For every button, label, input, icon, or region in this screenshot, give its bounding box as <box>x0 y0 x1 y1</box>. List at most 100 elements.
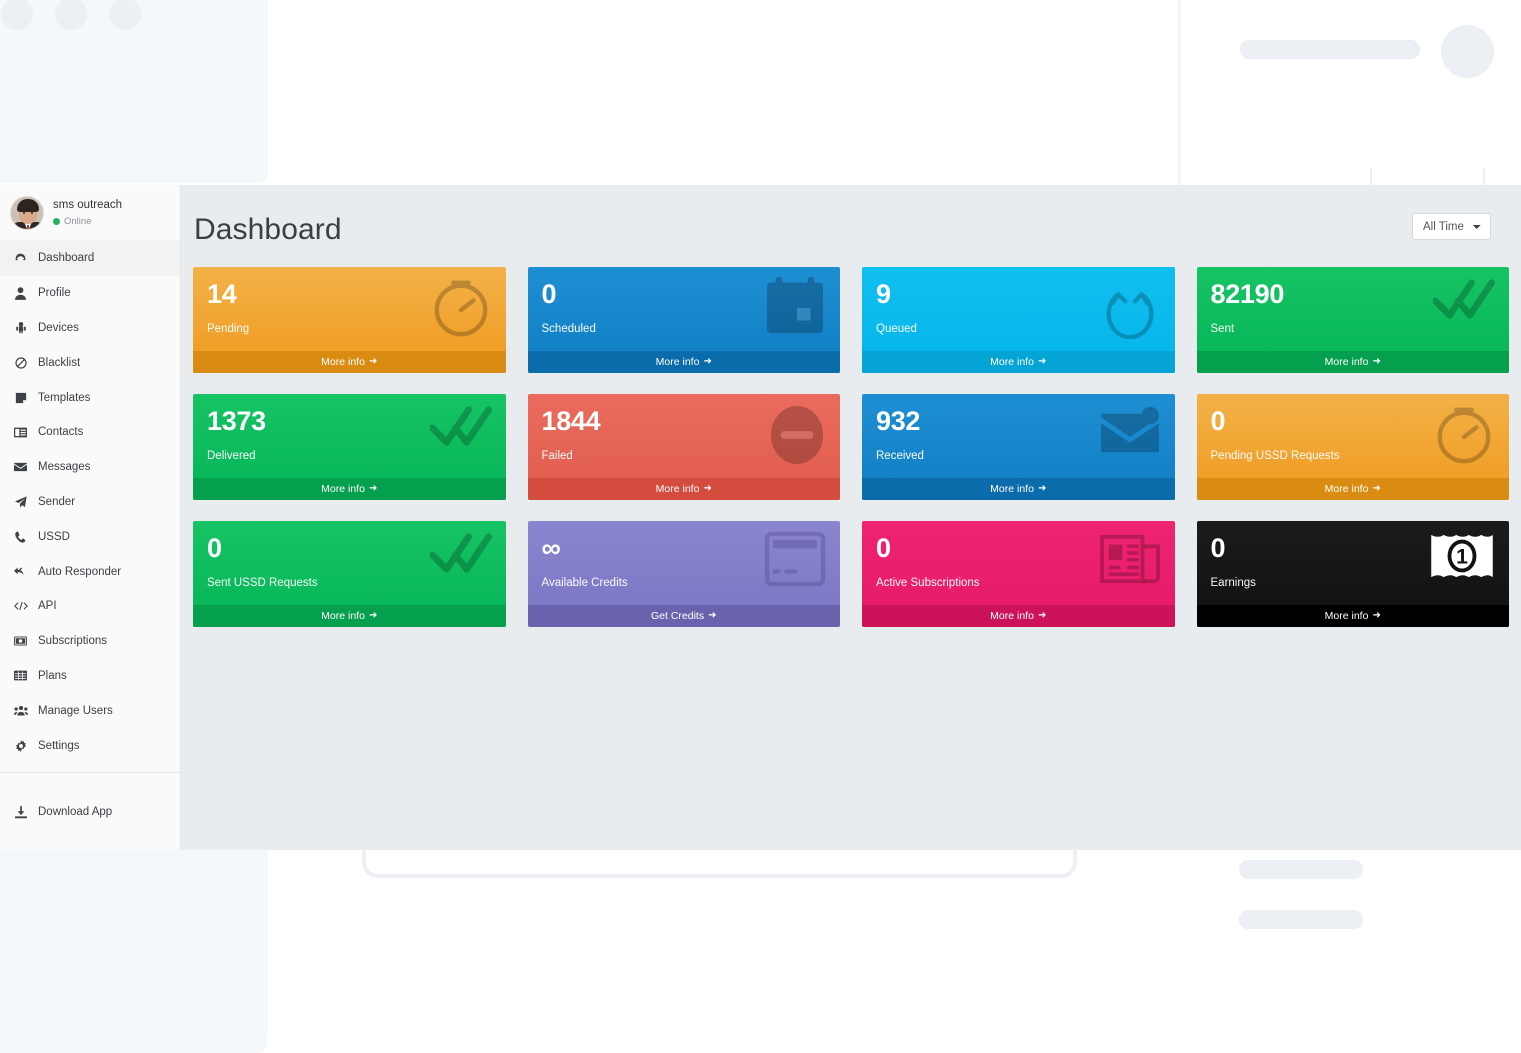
arrow-circle-right-icon: ➜ <box>1372 356 1380 367</box>
sidebar-item-label: Profile <box>38 287 71 299</box>
ban-icon <box>12 357 29 369</box>
stat-card-footer-link[interactable]: More info➜ <box>862 605 1175 627</box>
download-icon <box>12 806 29 819</box>
sidebar-item-contacts[interactable]: Contacts <box>0 415 180 450</box>
stat-card-footer-link[interactable]: Get Credits➜ <box>528 605 841 627</box>
sidebar-item-messages[interactable]: Messages <box>0 450 180 485</box>
stat-card-sent-ussd-requests[interactable]: 0 Sent USSD Requests More info➜ <box>193 521 506 627</box>
stat-card-value: 1844 <box>542 408 841 435</box>
sidebar-item-dashboard[interactable]: Dashboard <box>0 241 180 276</box>
stat-card-value: 0 <box>1211 535 1510 562</box>
stat-card-failed[interactable]: 1844Failed More info➜ <box>528 394 841 500</box>
stat-card-footer-link[interactable]: More info➜ <box>1197 605 1510 627</box>
arrow-circle-right-icon: ➜ <box>1038 483 1046 494</box>
sidebar-item-label: Templates <box>38 392 90 404</box>
sidebar-item-templates[interactable]: Templates <box>0 380 180 415</box>
app-window: sms outreach Online Dashboard Profile Devi… <box>0 185 1521 850</box>
stat-card-footer-link[interactable]: More info➜ <box>1197 351 1510 373</box>
sidebar-item-auto-responder[interactable]: Auto Responder <box>0 554 180 589</box>
arrow-circle-right-icon: ➜ <box>708 610 716 621</box>
stat-card-sent[interactable]: 82190 Sent More info➜ <box>1197 267 1510 373</box>
sidebar-item-ussd[interactable]: USSD <box>0 519 180 554</box>
sidebar-item-api[interactable]: API <box>0 589 180 624</box>
android-icon <box>12 321 29 334</box>
stat-card-label: Sent <box>1211 323 1510 335</box>
stat-card-label: Earnings <box>1211 577 1510 589</box>
sidebar-item-subscriptions[interactable]: Subscriptions <box>0 624 180 659</box>
skeleton-dot-row <box>1 0 141 30</box>
stat-card-footer-link[interactable]: More info➜ <box>1197 478 1510 500</box>
stat-card-earnings[interactable]: 10EarningsMore info➜ <box>1197 521 1510 627</box>
stat-cards-grid: 14PendingMore info➜0ScheduledMore info➜9… <box>181 247 1521 627</box>
stat-card-body: 1373Delivered <box>193 394 506 462</box>
sidebar-user-box[interactable]: sms outreach Online <box>0 185 180 241</box>
stat-card-available-credits[interactable]: ∞Available CreditsGet Credits➜ <box>528 521 841 627</box>
arrow-circle-right-icon: ➜ <box>1372 483 1380 494</box>
sidebar-item-plans[interactable]: Plans <box>0 659 180 694</box>
address-book-icon <box>12 427 29 438</box>
stat-card-body: 932Received <box>862 394 1175 462</box>
main-header: Dashboard All Time <box>181 185 1521 247</box>
stat-card-body: 1844Failed <box>528 394 841 462</box>
stat-card-footer-link[interactable]: More info➜ <box>528 351 841 373</box>
sidebar-item-label: Subscriptions <box>38 635 107 647</box>
stat-card-value: 14 <box>207 281 506 308</box>
online-status-icon <box>53 218 60 225</box>
stat-card-label: Pending <box>207 323 506 335</box>
arrow-circle-right-icon: ➜ <box>369 483 377 494</box>
stat-card-body: 0Scheduled <box>528 267 841 335</box>
sidebar-item-label: Manage Users <box>38 705 113 717</box>
stat-card-label: Scheduled <box>542 323 841 335</box>
stat-card-footer-link[interactable]: More info➜ <box>862 478 1175 500</box>
sidebar-item-label: Plans <box>38 670 67 682</box>
stat-card-scheduled[interactable]: 0Scheduled More info➜ <box>528 267 841 373</box>
stat-card-label: Sent USSD Requests <box>207 577 506 589</box>
sidebar-item-manage-users[interactable]: Manage Users <box>0 693 180 728</box>
stat-card-delivered[interactable]: 1373Delivered More info➜ <box>193 394 506 500</box>
arrow-circle-right-icon: ➜ <box>703 483 711 494</box>
stat-card-body: 0Pending USSD Requests <box>1197 394 1510 462</box>
stat-card-value: 0 <box>207 535 506 562</box>
stat-card-label: Received <box>876 450 1175 462</box>
skeleton-bar <box>1239 910 1363 929</box>
sidebar-item-profile[interactable]: Profile <box>0 276 180 311</box>
stat-card-value: 82190 <box>1211 281 1510 308</box>
stat-card-active-subscriptions[interactable]: 0Active Subscriptions More info➜ <box>862 521 1175 627</box>
reply-all-icon <box>12 566 29 577</box>
stat-card-footer-label: More info <box>1325 356 1369 368</box>
sidebar-item-label: Messages <box>38 461 90 473</box>
stat-card-footer-link[interactable]: More info➜ <box>528 478 841 500</box>
stat-card-footer-link[interactable]: More info➜ <box>193 478 506 500</box>
stat-card-queued[interactable]: 9QueuedMore info➜ <box>862 267 1175 373</box>
sidebar-item-label: Settings <box>38 740 80 752</box>
stat-card-label: Pending USSD Requests <box>1211 450 1510 462</box>
skeleton-bar <box>1240 40 1420 59</box>
stat-card-body: 0 Earnings <box>1197 521 1510 589</box>
arrow-circle-right-icon: ➜ <box>703 356 711 367</box>
sidebar-divider <box>0 772 180 773</box>
arrow-circle-right-icon: ➜ <box>369 356 377 367</box>
sidebar-item-settings[interactable]: Settings <box>0 728 180 763</box>
arrow-circle-right-icon: ➜ <box>1372 610 1380 621</box>
arrow-circle-right-icon: ➜ <box>369 610 377 621</box>
user-name: sms outreach <box>53 198 122 213</box>
dashboard-icon <box>12 252 29 265</box>
stat-card-pending[interactable]: 14 Pending More info➜ <box>193 267 506 373</box>
sidebar-item-sender[interactable]: Sender <box>0 485 180 520</box>
stat-card-footer-link[interactable]: More info➜ <box>193 605 506 627</box>
sidebar-item-blacklist[interactable]: Blacklist <box>0 345 180 380</box>
stat-card-label: Queued <box>876 323 1175 335</box>
stat-card-received[interactable]: 932Received More info➜ <box>862 394 1175 500</box>
user-status: Online <box>53 216 122 227</box>
stat-card-footer-link[interactable]: More info➜ <box>193 351 506 373</box>
gear-icon <box>12 740 29 752</box>
sidebar-item-devices[interactable]: Devices <box>0 311 180 346</box>
stat-card-body: 0Active Subscriptions <box>862 521 1175 589</box>
sidebar-item-label: Auto Responder <box>38 566 121 578</box>
sidebar-item-download-app[interactable]: Download App <box>0 795 180 830</box>
stat-card-footer-link[interactable]: More info➜ <box>862 351 1175 373</box>
skeleton-bar <box>1239 860 1363 879</box>
time-filter-select[interactable]: All Time <box>1412 213 1491 240</box>
sidebar-item-label: Dashboard <box>38 252 94 264</box>
stat-card-pending-ussd-requests[interactable]: 0Pending USSD Requests More info➜ <box>1197 394 1510 500</box>
